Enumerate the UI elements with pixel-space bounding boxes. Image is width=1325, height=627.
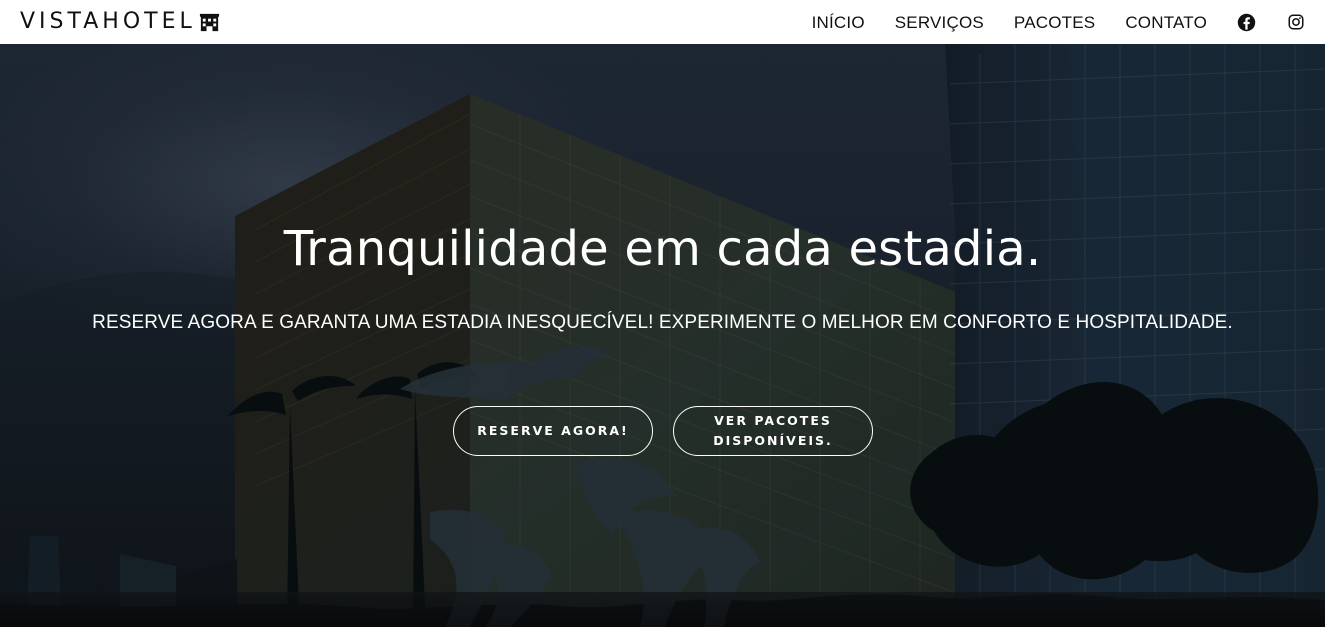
nav-link-inicio[interactable]: INÍCIO <box>812 14 865 31</box>
nav-link-pacotes[interactable]: PACOTES <box>1014 14 1095 31</box>
hero-subtitle: RESERVE AGORA E GARANTA UMA ESTADIA INES… <box>92 312 1233 333</box>
brand-name: VISTAHOTEL <box>20 9 196 34</box>
nav-link-servicos[interactable]: SERVIÇOS <box>895 14 984 31</box>
brand-logo-link[interactable]: VISTAHOTEL <box>20 11 221 34</box>
hero-content: Tranquilidade em cada estadia. RESERVE A… <box>0 44 1325 627</box>
nav-link-contato[interactable]: CONTATO <box>1125 14 1207 31</box>
facebook-icon[interactable] <box>1237 13 1256 32</box>
instagram-icon[interactable] <box>1286 13 1305 32</box>
hero-title: Tranquilidade em cada estadia. <box>283 221 1042 277</box>
primary-navigation: INÍCIO SERVIÇOS PACOTES CONTATO <box>812 0 1305 44</box>
top-navigation-bar: VISTAHOTEL INÍCIO SERVIÇOS PACOTES CONTA… <box>0 0 1325 44</box>
reserve-now-button[interactable]: RESERVE AGORA! <box>453 406 653 456</box>
hotel-building-icon <box>198 11 221 34</box>
hero-section: Tranquilidade em cada estadia. RESERVE A… <box>0 44 1325 627</box>
view-packages-button[interactable]: VER PACOTES DISPONÍVEIS. <box>673 406 873 456</box>
